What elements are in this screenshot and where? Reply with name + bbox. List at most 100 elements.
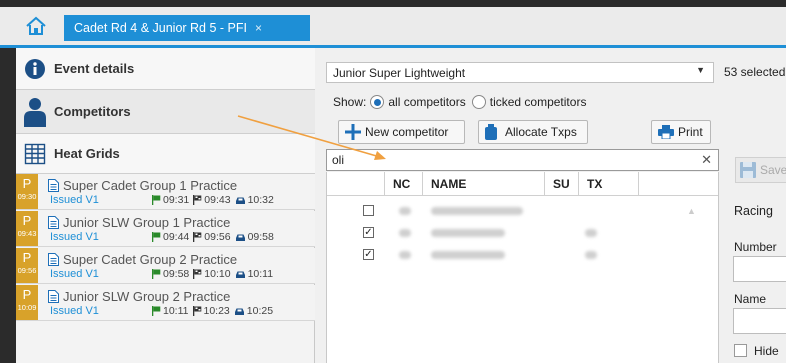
heat-finish-time: 09:43 — [204, 194, 231, 206]
scroll-up-icon[interactable]: ▲ — [687, 206, 696, 216]
heat-badge-time: 09:30 — [17, 192, 37, 201]
tab-title: Cadet Rd 4 & Junior Rd 5 - PFI — [74, 21, 247, 35]
car-icon — [235, 197, 245, 204]
show-filter: Show: all competitors ticked competitors — [333, 95, 586, 109]
transponder-icon — [485, 124, 497, 140]
row-checkbox[interactable]: ✓ — [363, 249, 374, 260]
redacted-name — [431, 251, 505, 259]
left-panel: Event details Competitors Heat Grids P 09… — [16, 48, 315, 363]
save-label: Save — [760, 163, 786, 177]
heat-start-time: 10:11 — [163, 305, 189, 317]
heat-item[interactable]: P 10:09 Junior SLW Group 2 Practice Issued … — [16, 285, 315, 321]
heat-end-time: 10:11 — [247, 268, 274, 280]
document-icon — [48, 290, 59, 306]
search-input[interactable]: oli ✕ — [326, 149, 719, 171]
home-button[interactable] — [14, 10, 58, 41]
clear-search-icon[interactable]: ✕ — [701, 152, 712, 168]
checkered-flag-icon — [193, 269, 202, 279]
checkered-flag-icon — [192, 306, 201, 316]
heat-badge-time: 09:56 — [17, 266, 37, 275]
name-field[interactable] — [733, 308, 786, 334]
heat-badge-letter: P — [22, 287, 32, 302]
heat-item[interactable]: P 09:56 Super Cadet Group 2 Practice Issued… — [16, 248, 315, 284]
green-flag-icon — [152, 269, 161, 279]
table-row[interactable]: ✓ — [327, 222, 718, 244]
heat-item[interactable]: P 09:30 Super Cadet Group 1 Practice Issued… — [16, 174, 315, 210]
plus-icon — [345, 124, 361, 140]
heat-item[interactable]: P 09:43 Junior SLW Group 1 Practice Issued … — [16, 211, 315, 247]
heat-times: 10:11 10:23 10:25 — [148, 305, 273, 317]
header-su[interactable]: SU — [545, 172, 579, 196]
redacted-tx — [585, 251, 597, 259]
document-icon — [48, 216, 59, 232]
heat-badge-letter: P — [22, 250, 32, 265]
print-label: Print — [678, 125, 703, 139]
heat-start-time: 09:31 — [163, 194, 190, 206]
heat-badge: P 09:43 — [16, 211, 38, 246]
heat-finish-time: 09:56 — [204, 231, 231, 243]
redacted-tx — [585, 229, 597, 237]
header-name[interactable]: NAME — [423, 172, 545, 196]
heat-badge: P 09:56 — [16, 248, 38, 283]
radio-ticked-competitors[interactable] — [471, 95, 486, 109]
heat-status: Issued V1 — [50, 305, 99, 317]
document-icon — [48, 179, 59, 195]
table-row[interactable] — [327, 200, 718, 222]
allocate-txps-button[interactable]: Allocate Txps — [478, 120, 588, 144]
new-competitor-label: New competitor — [365, 125, 449, 139]
heat-times: 09:44 09:56 09:58 — [148, 231, 274, 243]
print-button[interactable]: Print — [651, 120, 711, 144]
row-checkbox[interactable]: ✓ — [363, 227, 374, 238]
heat-finish-time: 10:10 — [204, 268, 231, 280]
heat-title: Super Cadet Group 1 Practice — [63, 178, 238, 193]
heat-times: 09:31 09:43 10:32 — [148, 194, 274, 206]
show-label: Show: — [333, 95, 367, 109]
redacted-nc — [399, 229, 411, 237]
header-tx[interactable]: TX — [579, 172, 639, 196]
nav-competitors[interactable]: Competitors — [16, 90, 315, 134]
save-icon — [740, 162, 756, 178]
nav-heat-grids[interactable]: Heat Grids — [16, 134, 315, 174]
left-dark-strip — [0, 48, 16, 363]
redacted-nc — [399, 207, 411, 215]
heat-badge-letter: P — [22, 213, 32, 228]
save-button[interactable]: Save — [735, 157, 786, 183]
heat-title: Junior SLW Group 1 Practice — [63, 215, 231, 230]
tab-close-button[interactable]: × — [255, 21, 262, 35]
number-field[interactable] — [733, 256, 786, 282]
checkered-flag-icon — [193, 232, 202, 242]
hide-checkbox[interactable] — [734, 344, 747, 357]
heat-status: Issued V1 — [50, 231, 99, 243]
tab-event[interactable]: Cadet Rd 4 & Junior Rd 5 - PFI × — [64, 15, 310, 41]
heat-status: Issued V1 — [50, 194, 99, 206]
green-flag-icon — [152, 195, 161, 205]
header-nc[interactable]: NC — [385, 172, 423, 196]
heat-status: Issued V1 — [50, 268, 99, 280]
car-icon — [235, 234, 245, 241]
heat-times: 09:58 10:10 10:11 — [148, 268, 273, 280]
nav-event-details[interactable]: Event details — [16, 48, 315, 90]
category-value: Junior Super Lightweight — [333, 66, 466, 80]
allocate-txps-label: Allocate Txps — [505, 125, 577, 139]
checkered-flag-icon — [193, 195, 202, 205]
redacted-name — [431, 207, 523, 215]
heat-start-time: 09:44 — [163, 231, 190, 243]
racing-heading: Racing — [734, 204, 773, 218]
table-row[interactable]: ✓ — [327, 244, 718, 266]
home-icon — [26, 16, 46, 35]
radio-all-label: all competitors — [388, 95, 466, 109]
document-icon — [48, 253, 59, 269]
heat-end-time: 10:25 — [246, 305, 274, 317]
category-select[interactable]: Junior Super Lightweight ▼ — [326, 62, 714, 83]
search-value: oli — [332, 153, 345, 167]
new-competitor-button[interactable]: New competitor — [338, 120, 465, 144]
radio-ticked-label: ticked competitors — [489, 95, 587, 109]
heat-title: Super Cadet Group 2 Practice — [63, 252, 238, 267]
window-top-bar — [0, 0, 786, 7]
heat-badge-letter: P — [22, 176, 32, 191]
green-flag-icon — [152, 306, 161, 316]
redacted-nc — [399, 251, 411, 259]
number-label: Number — [734, 240, 777, 254]
radio-all-competitors[interactable] — [370, 95, 385, 109]
row-checkbox[interactable] — [363, 205, 374, 216]
